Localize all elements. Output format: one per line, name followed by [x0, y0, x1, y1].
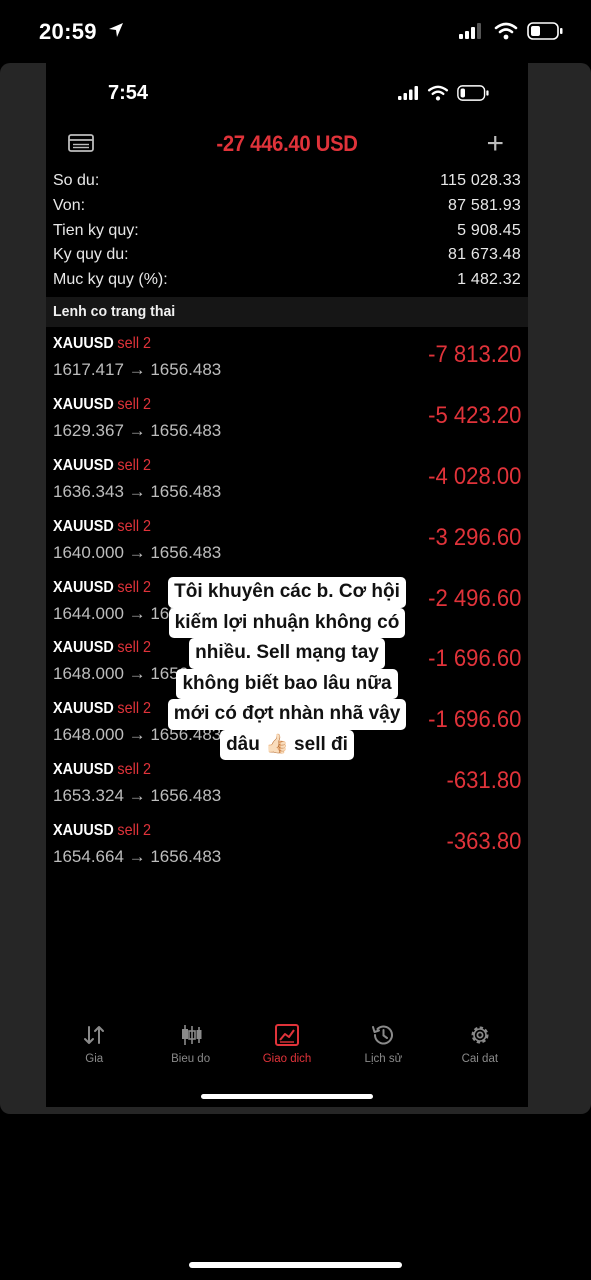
- position-symbol: XAUUSD: [53, 456, 114, 474]
- summary-row-free-margin: Ky quy du: 81 673.48: [53, 243, 521, 268]
- overlay-text-line: nhiều. Sell mạng tay: [189, 638, 385, 669]
- signal-icon: [398, 86, 418, 100]
- position-side: sell 2: [117, 700, 152, 718]
- outer-status-time: 20:59: [39, 19, 97, 44]
- position-side: sell 2: [117, 456, 152, 474]
- battery-icon: [457, 85, 489, 101]
- position-symbol: XAUUSD: [53, 700, 114, 718]
- position-prices: 1636.343 → 1656.483: [53, 481, 222, 501]
- summary-label: Tien ky quy:: [53, 221, 139, 239]
- position-side: sell 2: [117, 822, 152, 840]
- position-side: sell 2: [117, 639, 152, 657]
- position-prices: 1640.000 → 1656.483: [53, 542, 222, 562]
- overlay-text-line: dâu 👍🏻 sell đi: [220, 729, 354, 760]
- position-side: sell 2: [117, 761, 152, 779]
- gear-icon: [471, 1026, 489, 1044]
- arrows-updown-icon: [84, 1026, 105, 1044]
- summary-row-margin: Tien ky quy: 5 908.45: [53, 218, 521, 243]
- position-profit: -3 296.60: [427, 523, 521, 551]
- tab-history[interactable]: Lịch sử: [335, 1011, 431, 1081]
- account-header: -27 446.40 USD +: [46, 125, 528, 170]
- position-symbol: XAUUSD: [53, 761, 114, 779]
- position-profit: -363.80: [446, 828, 521, 856]
- tab-trade[interactable]: Giao dich: [239, 1011, 335, 1081]
- position-symbol: XAUUSD: [53, 395, 114, 413]
- section-title: Lenh co trang thai: [53, 303, 176, 320]
- summary-row-equity: Von: 87 581.93: [53, 194, 521, 219]
- history-icon: [372, 1025, 394, 1045]
- trade-chart-icon: [275, 1024, 300, 1046]
- tab-label: Cai dat: [461, 1053, 499, 1065]
- candlestick-icon: [181, 1025, 202, 1045]
- trading-app-screen: 7:54 -27 446.40 USD + So du: 115 028.33 …: [46, 63, 528, 1107]
- tab-label: Bieu do: [171, 1053, 211, 1065]
- overlay-text-line: Tôi khuyên các b. Cơ hội: [168, 577, 406, 608]
- overlay-text-line: kiếm lợi nhuận không có: [168, 607, 406, 638]
- position-side: sell 2: [117, 578, 152, 596]
- summary-value: 81 673.48: [448, 246, 521, 264]
- tab-chart[interactable]: Bieu do: [142, 1011, 238, 1081]
- position-prices: 1629.367 → 1656.483: [53, 420, 222, 440]
- position-side: sell 2: [117, 517, 152, 535]
- position-profit: -4 028.00: [427, 462, 521, 490]
- position-symbol: XAUUSD: [53, 578, 114, 596]
- account-summary: So du: 115 028.33 Von: 87 581.93 Tien ky…: [53, 169, 521, 292]
- summary-label: So du:: [53, 172, 100, 190]
- position-row[interactable]: XAUUSD sell 2 1617.417 → 1656.483 -7 813.…: [46, 328, 528, 389]
- battery-icon: [527, 22, 563, 40]
- signal-icon: [459, 23, 481, 39]
- position-prices: 1654.664 → 1656.483: [53, 847, 222, 867]
- summary-label: Muc ky quy (%):: [53, 271, 168, 289]
- position-prices: 1617.417 → 1656.483: [53, 360, 222, 379]
- position-symbol: XAUUSD: [53, 517, 114, 535]
- location-arrow-icon: [109, 23, 123, 37]
- outer-home-indicator[interactable]: [189, 1262, 402, 1268]
- position-profit: -631.80: [446, 767, 521, 795]
- position-symbol: XAUUSD: [53, 639, 114, 657]
- position-row[interactable]: XAUUSD sell 2 1654.664 → 1656.483 -363.80: [46, 815, 528, 876]
- summary-value: 1 482.32: [457, 271, 521, 289]
- summary-row-balance: So du: 115 028.33: [53, 169, 521, 194]
- tab-label: Lịch sử: [364, 1053, 403, 1065]
- summary-value: 115 028.33: [440, 172, 521, 190]
- bottom-tab-bar: Gia Bieu do Giao dich Lịch sử Cai dat: [46, 1011, 528, 1081]
- inner-home-indicator: [201, 1094, 373, 1099]
- position-profit: -5 423.20: [427, 401, 521, 429]
- overlay-text-line: mới có đợt nhàn nhã vậy: [167, 699, 407, 730]
- position-prices: 1653.324 → 1656.483: [53, 786, 222, 806]
- summary-label: Von:: [53, 197, 86, 215]
- position-row[interactable]: XAUUSD sell 2 1629.367 → 1656.483 -5 423.…: [46, 389, 528, 450]
- position-row[interactable]: XAUUSD sell 2 1636.343 → 1656.483 -4 028.…: [46, 450, 528, 511]
- inner-status-time: 7:54: [108, 82, 149, 104]
- wifi-icon: [494, 22, 518, 40]
- story-text-overlay: Tôi khuyên các b. Cơ hội kiếm lợi nhuận …: [157, 577, 417, 760]
- summary-value: 87 581.93: [448, 197, 521, 215]
- floating-pl-total: -27 446.40 USD: [216, 131, 358, 156]
- summary-row-margin-level: Muc ky quy (%): 1 482.32: [53, 268, 521, 293]
- position-symbol: XAUUSD: [53, 335, 114, 352]
- overlay-text-line: không biết bao lâu nữa: [176, 668, 398, 699]
- outer-status-bar: 20:59: [0, 0, 591, 62]
- summary-value: 5 908.45: [457, 221, 521, 239]
- position-row[interactable]: XAUUSD sell 2 1653.324 → 1656.483 -631.80: [46, 754, 528, 815]
- tab-quotes[interactable]: Gia: [46, 1011, 142, 1081]
- tab-label: Gia: [85, 1053, 104, 1065]
- wifi-icon: [427, 85, 449, 101]
- new-order-plus-icon[interactable]: +: [486, 129, 504, 159]
- position-side: sell 2: [117, 395, 152, 413]
- position-profit: -2 496.60: [427, 584, 521, 612]
- position-profit: -1 696.60: [427, 645, 521, 673]
- position-side: sell 2: [117, 335, 152, 352]
- position-row[interactable]: XAUUSD sell 2 1640.000 → 1656.483 -3 296.…: [46, 511, 528, 572]
- tab-label: Giao dich: [262, 1053, 312, 1065]
- tab-settings[interactable]: Cai dat: [432, 1011, 528, 1081]
- inner-status-bar: 7:54: [46, 63, 528, 123]
- position-profit: -7 813.20: [427, 341, 521, 368]
- position-symbol: XAUUSD: [53, 822, 114, 840]
- position-profit: -1 696.60: [427, 706, 521, 734]
- open-positions-header: Lenh co trang thai: [46, 297, 528, 327]
- summary-label: Ky quy du:: [53, 246, 129, 264]
